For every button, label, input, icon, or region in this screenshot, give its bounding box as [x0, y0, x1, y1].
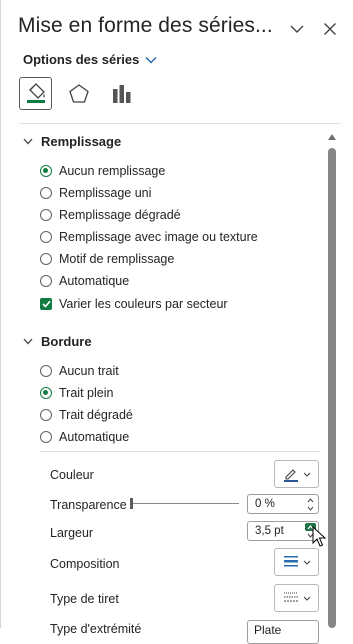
series-options-label: Options des séries — [23, 52, 140, 67]
option-label: Varier les couleurs par secteur — [59, 297, 228, 311]
radio-button[interactable] — [40, 387, 52, 399]
radio-button[interactable] — [40, 409, 52, 421]
transparency-label: Transparence — [50, 498, 127, 512]
radio-button[interactable] — [40, 431, 52, 443]
line-composition-icon — [284, 556, 298, 567]
width-spinner[interactable]: 3,5 pt — [247, 521, 319, 541]
dash-type-label: Type de tiret — [50, 592, 119, 606]
spin-up-icon[interactable] — [305, 496, 316, 504]
scroll-up-icon[interactable] — [327, 132, 337, 142]
option-label: Aucun trait — [59, 364, 119, 378]
color-label: Couleur — [50, 468, 94, 482]
option-label: Motif de remplissage — [59, 252, 175, 266]
radio-button[interactable] — [40, 165, 52, 177]
composition-dropdown[interactable] — [274, 548, 319, 576]
option-label: Aucun remplissage — [59, 164, 166, 178]
radio-button[interactable] — [40, 187, 52, 199]
checkmark-icon — [41, 300, 51, 308]
color-picker-button[interactable] — [274, 460, 319, 488]
fill-option-gradient[interactable]: Remplissage dégradé — [40, 207, 181, 223]
cap-type-dropdown[interactable]: Plate — [247, 620, 319, 644]
border-divider — [40, 451, 320, 452]
transparency-slider-track[interactable] — [131, 503, 239, 504]
scrollbar-thumb[interactable] — [328, 148, 336, 628]
transparency-spinner[interactable]: 0 % — [247, 494, 319, 514]
checkbox[interactable] — [40, 298, 52, 310]
dash-type-icon — [284, 592, 298, 602]
mouse-pointer-icon — [312, 526, 326, 547]
vertical-scrollbar[interactable] — [327, 132, 337, 628]
fill-option-pattern[interactable]: Motif de remplissage — [40, 251, 174, 267]
fill-section-label: Remplissage — [41, 134, 122, 149]
fill-option-none[interactable]: Aucun remplissage — [40, 163, 165, 179]
fill-option-picture[interactable]: Remplissage avec image ou texture — [40, 229, 258, 245]
cap-type-label: Type d'extrémité — [50, 622, 142, 636]
chevron-down-icon[interactable] — [288, 20, 306, 38]
radio-button[interactable] — [40, 253, 52, 265]
border-section-label: Bordure — [41, 334, 92, 349]
chevron-down-icon — [145, 56, 157, 64]
pane-title: Mise en forme des séries... — [18, 14, 273, 37]
option-label: Automatique — [59, 274, 130, 288]
option-label: Remplissage avec image ou texture — [59, 230, 258, 244]
option-label: Trait dégradé — [59, 408, 133, 422]
category-tabs — [19, 77, 148, 111]
pen-color-icon — [284, 469, 298, 482]
fill-option-solid[interactable]: Remplissage uni — [40, 185, 151, 201]
radio-button[interactable] — [40, 209, 52, 221]
chevron-down-icon — [23, 138, 33, 145]
pentagon-icon — [68, 83, 89, 103]
tab-series-options[interactable] — [105, 77, 138, 110]
spin-down-icon[interactable] — [305, 504, 316, 512]
transparency-value: 0 % — [255, 498, 275, 510]
border-option-gradient[interactable]: Trait dégradé — [40, 407, 133, 423]
tab-fill-line[interactable] — [19, 77, 52, 110]
transparency-slider-thumb[interactable] — [130, 498, 133, 509]
chevron-down-icon — [303, 596, 311, 601]
chevron-down-icon — [303, 472, 311, 477]
width-label: Largeur — [50, 526, 94, 540]
fill-section-header[interactable]: Remplissage — [23, 134, 121, 149]
border-option-solid[interactable]: Trait plein — [40, 385, 113, 401]
radio-button[interactable] — [40, 365, 52, 377]
width-value: 3,5 pt — [255, 525, 284, 537]
chevron-down-icon — [23, 338, 33, 345]
option-label: Remplissage dégradé — [59, 208, 181, 222]
paint-bucket-icon — [26, 82, 45, 103]
dash-type-dropdown[interactable] — [274, 584, 319, 612]
series-options-dropdown[interactable]: Options des séries — [23, 52, 157, 67]
border-section-header[interactable]: Bordure — [23, 334, 92, 349]
option-label: Trait plein — [59, 386, 114, 400]
border-option-none[interactable]: Aucun trait — [40, 363, 119, 379]
radio-button[interactable] — [40, 231, 52, 243]
border-option-automatic[interactable]: Automatique — [40, 429, 129, 445]
format-series-pane: Mise en forme des séries... Options des … — [0, 0, 353, 644]
radio-button[interactable] — [40, 275, 52, 287]
option-label: Remplissage uni — [59, 186, 152, 200]
fill-option-automatic[interactable]: Automatique — [40, 273, 129, 289]
chevron-down-icon — [303, 560, 311, 565]
close-icon[interactable] — [321, 20, 339, 38]
vary-colors-checkbox[interactable]: Varier les couleurs par secteur — [40, 296, 228, 312]
bar-chart-icon — [112, 84, 130, 103]
tab-effects[interactable] — [62, 77, 95, 110]
composition-label: Composition — [50, 557, 120, 571]
option-label: Automatique — [59, 430, 130, 444]
header-divider — [19, 123, 341, 124]
